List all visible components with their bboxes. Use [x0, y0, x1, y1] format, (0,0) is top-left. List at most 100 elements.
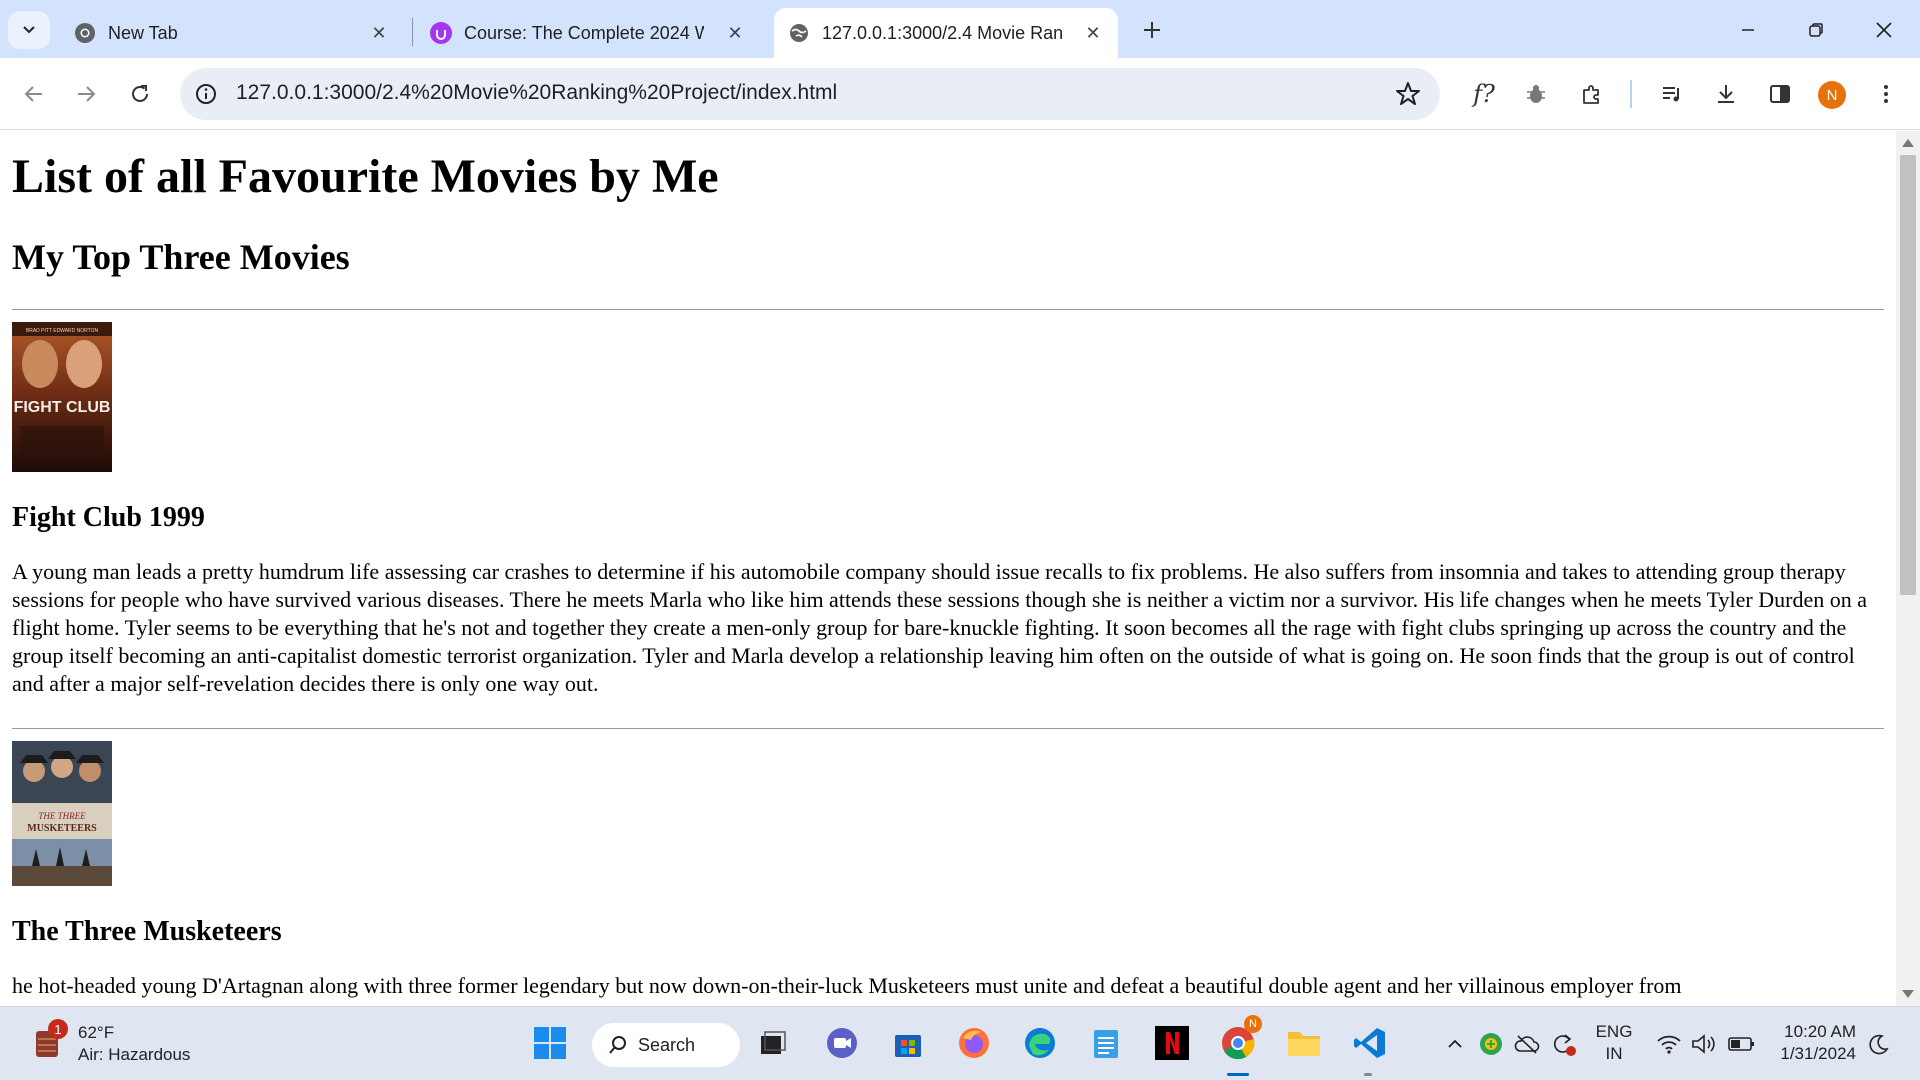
- chrome-profile-badge: N: [1244, 1015, 1262, 1033]
- close-icon[interactable]: ✕: [1082, 22, 1104, 44]
- tab-title: Course: The Complete 2024 Web: [464, 22, 704, 43]
- arrow-right-icon: [78, 86, 96, 102]
- notepad-icon: [1094, 1030, 1118, 1058]
- restore-button[interactable]: [1790, 10, 1842, 50]
- sync-error-icon[interactable]: [1548, 1029, 1578, 1059]
- tab-search-button[interactable]: [8, 11, 50, 49]
- battery-icon[interactable]: [1726, 1029, 1756, 1059]
- active-indicator: [1227, 1073, 1249, 1076]
- system-clock[interactable]: 10:20 AM 1/31/2024: [1772, 1021, 1856, 1065]
- scroll-down-arrow-icon[interactable]: [1902, 990, 1914, 998]
- media-queue-icon[interactable]: [1652, 74, 1692, 114]
- tab-strip: New Tab ✕ Course: The Complete 2024 Web …: [0, 0, 1920, 58]
- store-app-button[interactable]: [886, 1021, 930, 1065]
- forward-button[interactable]: [66, 74, 106, 114]
- volume-icon[interactable]: [1688, 1029, 1718, 1059]
- chrome-app-button[interactable]: N: [1216, 1015, 1262, 1065]
- scroll-up-arrow-icon[interactable]: [1902, 139, 1914, 147]
- edge-app-button[interactable]: [1018, 1021, 1062, 1065]
- tab-title: New Tab: [108, 22, 178, 43]
- close-icon: [1876, 22, 1892, 38]
- clock-time: 10:20 AM: [1784, 1022, 1856, 1041]
- address-bar[interactable]: 127.0.0.1:3000/2.4%20Movie%20Ranking%20P…: [180, 68, 1440, 120]
- divider: [12, 728, 1884, 729]
- menu-kebab-icon[interactable]: [1866, 74, 1906, 114]
- task-view-icon: [761, 1031, 786, 1054]
- windows-taskbar: 1 62°F Air: Hazardous Search N ENG IN 10…: [0, 1006, 1920, 1080]
- tab-title: 127.0.0.1:3000/2.4 Movie Ranking: [822, 22, 1062, 43]
- new-tab-button[interactable]: [1136, 14, 1168, 46]
- lang-bottom: IN: [1605, 1044, 1623, 1063]
- firefox-app-button[interactable]: [952, 1021, 996, 1065]
- chrome-icon: [74, 22, 96, 44]
- poster-caption-top: THE THREE: [38, 811, 86, 821]
- section-heading: My Top Three Movies: [12, 237, 350, 277]
- reload-icon: [132, 85, 148, 102]
- reload-button[interactable]: [120, 74, 160, 114]
- show-hidden-icons-chevron-icon[interactable]: [1440, 1029, 1470, 1059]
- close-window-button[interactable]: [1858, 10, 1910, 50]
- folder-icon: [1288, 1032, 1320, 1056]
- extensions-puzzle-icon[interactable]: [1572, 74, 1612, 114]
- clock-date: 1/31/2024: [1780, 1044, 1856, 1063]
- chevron-down-icon: [23, 26, 35, 34]
- task-view-button[interactable]: [750, 1021, 794, 1065]
- wifi-icon[interactable]: [1654, 1029, 1684, 1059]
- plus-icon: [1144, 22, 1160, 38]
- store-icon: [895, 1035, 921, 1057]
- file-explorer-app-button[interactable]: [1282, 1021, 1326, 1065]
- tab-movie-ranking[interactable]: 127.0.0.1:3000/2.4 Movie Ranking ✕: [774, 8, 1118, 58]
- formula-extension-icon[interactable]: f?: [1464, 74, 1504, 114]
- netflix-app-button[interactable]: [1150, 1021, 1194, 1065]
- tab-course[interactable]: Course: The Complete 2024 Web ✕: [416, 8, 760, 58]
- focus-moon-icon[interactable]: [1864, 1029, 1894, 1059]
- side-panel-icon[interactable]: [1760, 74, 1800, 114]
- udemy-icon: [430, 22, 452, 44]
- tab-divider: [412, 18, 413, 46]
- netflix-icon: [1155, 1026, 1189, 1060]
- poster-caption-bottom: MUSKETEERS: [27, 823, 97, 834]
- poster-caption: FIGHT CLUB: [14, 399, 111, 416]
- windows-logo-icon: [534, 1027, 566, 1059]
- running-indicator: [1364, 1073, 1372, 1076]
- taskbar-search[interactable]: Search: [592, 1023, 740, 1067]
- star-icon[interactable]: [1394, 80, 1422, 108]
- url-text[interactable]: 127.0.0.1:3000/2.4%20Movie%20Ranking%20P…: [236, 81, 837, 105]
- notification-badge: 1: [48, 1019, 68, 1039]
- minimize-icon: [1742, 29, 1754, 31]
- bug-extension-icon[interactable]: [1516, 74, 1556, 114]
- cloud-offline-icon[interactable]: [1512, 1029, 1542, 1059]
- page-body: List of all Favourite Movies by Me My To…: [0, 131, 1896, 1006]
- weather-desc: Air: Hazardous: [78, 1045, 191, 1064]
- profile-avatar[interactable]: N: [1818, 81, 1846, 109]
- close-icon[interactable]: ✕: [724, 22, 746, 44]
- minimize-button[interactable]: [1722, 10, 1774, 50]
- vscode-icon: [1354, 1028, 1385, 1058]
- search-label: Search: [638, 1034, 696, 1055]
- back-button[interactable]: [14, 74, 54, 114]
- start-button[interactable]: [528, 1021, 572, 1065]
- tab-new-tab[interactable]: New Tab ✕: [60, 8, 404, 58]
- weather-widget[interactable]: 1 62°F Air: Hazardous: [28, 1019, 228, 1069]
- notepad-app-button[interactable]: [1084, 1021, 1128, 1065]
- edge-icon: [1025, 1028, 1055, 1058]
- divider: [12, 309, 1884, 310]
- page-viewport: List of all Favourite Movies by Me My To…: [0, 131, 1896, 1006]
- download-icon[interactable]: [1706, 74, 1746, 114]
- poster-names: BRAD PITT EDWARD NORTON: [26, 328, 99, 334]
- page-title: List of all Favourite Movies by Me: [12, 150, 719, 203]
- search-icon: [609, 1036, 626, 1054]
- input-language-indicator[interactable]: ENG IN: [1592, 1021, 1636, 1065]
- close-icon[interactable]: ✕: [368, 22, 390, 44]
- arrow-left-icon: [24, 86, 42, 102]
- page-scrollbar[interactable]: [1896, 131, 1920, 1006]
- scroll-thumb[interactable]: [1900, 155, 1916, 595]
- fight-club-poster-image: BRAD PITT EDWARD NORTON FIGHT CLUB: [12, 322, 112, 472]
- three-musketeers-poster-image: THE THREE MUSKETEERS: [12, 741, 112, 886]
- movie-description: A young man leads a pretty humdrum life …: [12, 559, 1867, 696]
- info-icon[interactable]: [194, 82, 218, 106]
- tray-app-icon[interactable]: [1476, 1029, 1506, 1059]
- meet-app-button[interactable]: [820, 1021, 864, 1065]
- vscode-app-button[interactable]: [1348, 1021, 1392, 1065]
- toolbar-divider: [1630, 80, 1632, 108]
